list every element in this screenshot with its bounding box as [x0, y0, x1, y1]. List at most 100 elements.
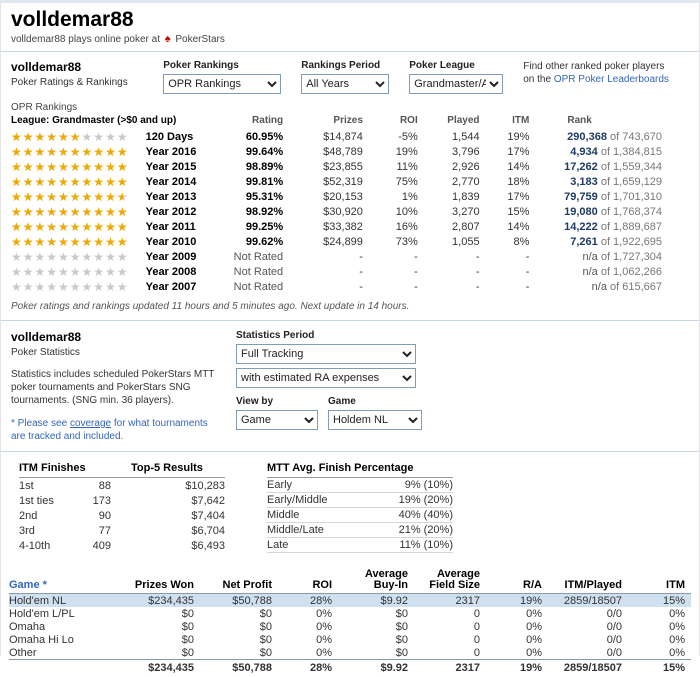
games-table: Game * Prizes Won Net Profit ROI Average… — [1, 561, 699, 677]
game-name: Omaha — [9, 621, 119, 633]
net-profit-value: $0 — [194, 608, 272, 620]
itm-value: - — [480, 281, 530, 293]
opr-leaderboards-link[interactable]: OPR Poker Leaderboards — [554, 74, 669, 85]
filter-poker-rankings: Poker Rankings OPR Rankings — [163, 60, 281, 94]
star-rating: ★★★★★★★★★★★★★★★★★★★★ — [11, 191, 146, 203]
find-players-text2: on the — [523, 74, 554, 85]
ra-value: 19% — [480, 595, 542, 607]
total-average-field-size: 2317 — [408, 662, 480, 674]
rank-of-total: of 1,384,815 — [598, 146, 662, 158]
rank-of-total: of 1,062,266 — [598, 266, 662, 278]
game-select[interactable]: Holdem NL — [328, 410, 422, 430]
finish-label: 1st ties — [19, 495, 69, 507]
mtt-stage-label: Early — [267, 479, 367, 491]
column-header-rank: Rank — [529, 115, 689, 126]
star-rating: ★★★★★★★★★★★★★★★★★★★★ — [11, 161, 146, 173]
site-name: PokerStars — [175, 34, 224, 45]
average-buyin-value: $0 — [332, 647, 408, 659]
star-rating: ★★★★★★★★★★★★★★★★★★★★ — [11, 176, 146, 188]
mtt-stage-label: Early/Middle — [267, 494, 367, 506]
itm-played-value: 0/0 — [542, 647, 622, 659]
period-label: Year 2007 — [146, 281, 216, 293]
ranking-row: ★★★★★★★★★★★★★★★★★★★★ Year 2013 95.31% $2… — [11, 189, 689, 204]
itm-value: 14% — [480, 221, 530, 233]
ranking-row: ★★★★★★★★★★★★★★★★★★★★ Year 2007 Not Rated… — [11, 279, 689, 294]
rank-value: 17,262 of 1,559,344 — [529, 161, 689, 173]
game-name: Omaha Hi Lo — [9, 634, 119, 646]
game-row: Hold'em NL $234,435 $50,788 28% $9.92 23… — [9, 594, 691, 607]
total-itm: 15% — [622, 662, 685, 674]
section-label: Poker Ratings & Rankings — [11, 77, 163, 88]
column-header-played: Played — [418, 115, 480, 126]
prizes-value: $20,153 — [283, 191, 363, 203]
average-buyin-value: $0 — [332, 634, 408, 646]
rankings-period-select[interactable]: All Years — [301, 74, 389, 94]
coverage-link[interactable]: coverage — [70, 418, 111, 429]
itm-value: 17% — [480, 146, 530, 158]
itm-value: - — [480, 266, 530, 278]
ra-value: 0% — [480, 621, 542, 633]
column-header-itm-played: ITM/Played — [542, 580, 622, 591]
roi-value: 10% — [363, 206, 418, 218]
net-profit-value: $0 — [194, 647, 272, 659]
stars-empty: ★★★★★★★★★★★★★★★★★★★★ — [11, 206, 129, 218]
game-row: Omaha Hi Lo $0 $0 0% $0 0 0% 0/0 0% — [9, 633, 691, 646]
opr-rankings-table: OPR Rankings League: Grandmaster (>$0 an… — [1, 102, 699, 294]
played-value: 1,544 — [418, 131, 480, 143]
roi-value: 0% — [272, 634, 332, 646]
rating-value: 99.81% — [215, 176, 283, 188]
itm-value: 17% — [480, 191, 530, 203]
stars-empty: ★★★★★★★★★★★★★★★★★★★★ — [11, 176, 129, 188]
statistics-section: volldemar88 Poker Statistics Statistics … — [1, 321, 699, 452]
ra-value: 0% — [480, 634, 542, 646]
subtitle-text: volldemar88 plays online poker at — [11, 34, 160, 45]
coverage-note: * Please see coverage for what tournamen… — [11, 417, 223, 443]
stars-filled: ★★★★★★★★★★ — [11, 206, 127, 218]
finish-count: 90 — [69, 510, 111, 522]
prizes-value: $48,789 — [283, 146, 363, 158]
itm-played-value: 2859/18507 — [542, 595, 622, 607]
filter-rankings-period: Rankings Period All Years — [301, 60, 389, 94]
player-name: volldemar88 — [11, 330, 236, 344]
period-label: Year 2012 — [146, 206, 216, 218]
rank-value: 79,759 of 1,701,310 — [529, 191, 689, 203]
statistics-period-select[interactable]: Full Tracking — [236, 344, 416, 364]
view-by-select[interactable]: Game — [236, 410, 318, 430]
column-header-itm: ITM — [480, 115, 530, 126]
total-itm-played: 2859/18507 — [542, 662, 622, 674]
mtt-row: Late 11% (10%) — [267, 538, 453, 553]
period-label: Year 2014 — [146, 176, 216, 188]
itm-played-value: 0/0 — [542, 634, 622, 646]
played-value: 2,926 — [418, 161, 480, 173]
ranking-row: ★★★★★★★★★★★★★★★★★★★★ Year 2016 99.64% $4… — [11, 144, 689, 159]
stars-empty: ★★★★★★★★★★★★★★★★★★★★ — [11, 146, 129, 158]
mtt-stage-value: 19% (20%) — [367, 494, 453, 506]
mtt-stage-value: 21% (20%) — [367, 524, 453, 536]
star-rating: ★★★★★★★★★★★★★★★★★★★★ — [11, 251, 146, 263]
star-rating: ★★★★★★★★★★★★★★★★★★★★ — [11, 206, 146, 218]
prizes-value: $33,382 — [283, 221, 363, 233]
ra-expenses-select[interactable]: with estimated RA expenses — [236, 368, 416, 388]
finish-label: 3rd — [19, 525, 69, 537]
roi-value: 0% — [272, 608, 332, 620]
stars-filled: ★★★★★★★★★★ — [11, 236, 128, 248]
ranking-row: ★★★★★★★★★★★★★★★★★★★★ Year 2015 98.89% $2… — [11, 159, 689, 174]
column-header-average-buyin: Average Buy-In — [332, 569, 408, 591]
game-row: Other $0 $0 0% $0 0 0% 0/0 0% — [9, 646, 691, 659]
mtt-stage-label: Middle/Late — [267, 524, 367, 536]
rankings-update-note: Poker ratings and rankings updated 11 ho… — [1, 294, 699, 321]
column-header-game[interactable]: Game * — [9, 580, 119, 591]
column-header-itm: ITM — [622, 580, 685, 591]
itm-top5-table: ITM Finishes Top-5 Results 1st 88 $10,28… — [19, 462, 225, 553]
finish-label: 2nd — [19, 510, 69, 522]
ranking-row: ★★★★★★★★★★★★★★★★★★★★ Year 2009 Not Rated… — [11, 249, 689, 264]
average-field-size-value: 0 — [408, 608, 480, 620]
period-label: Year 2008 — [146, 266, 216, 278]
poker-rankings-select[interactable]: OPR Rankings — [163, 74, 281, 94]
rankings-rows: ★★★★★★★★★★★★★★★★★★★★ 120 Days 60.95% $14… — [11, 129, 689, 294]
poker-league-select[interactable]: Grandmaster/All — [409, 74, 503, 94]
total-net-profit: $50,788 — [194, 662, 272, 674]
itm-value: 19% — [480, 131, 530, 143]
mtt-row: Middle/Late 21% (20%) — [267, 523, 453, 538]
average-field-size-value: 0 — [408, 634, 480, 646]
